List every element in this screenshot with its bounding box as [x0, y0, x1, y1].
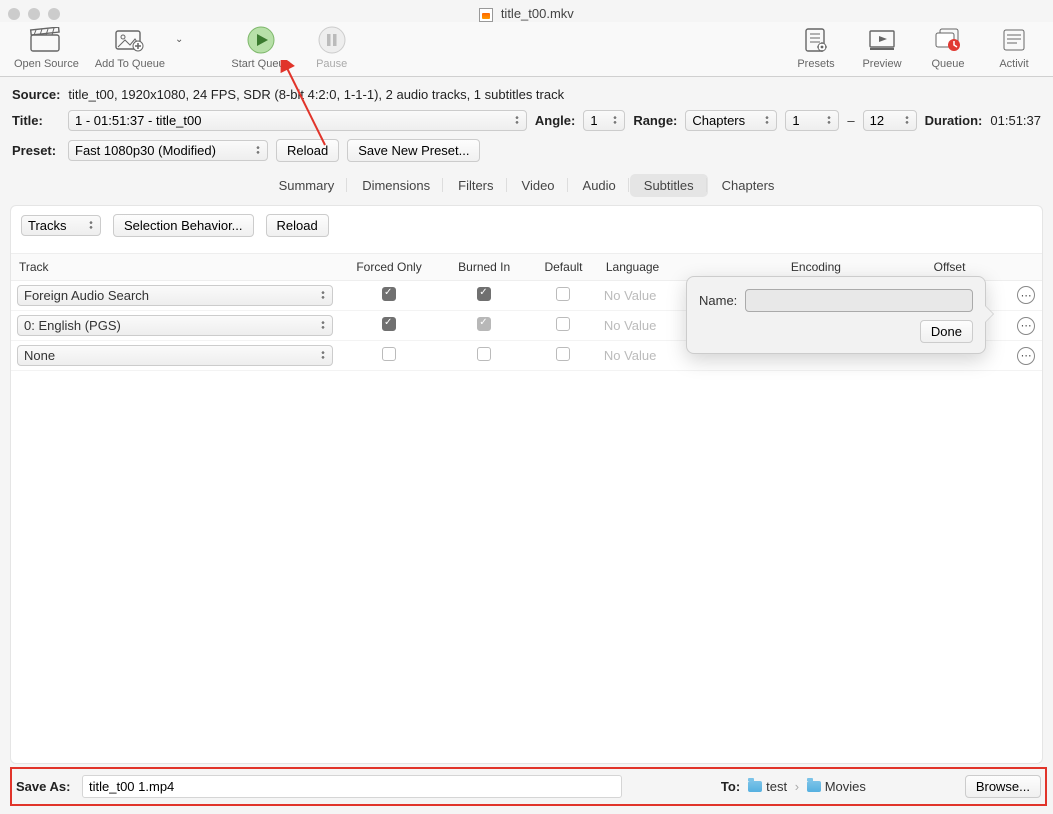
preview-label: Preview: [862, 58, 901, 70]
col-track: Track: [11, 254, 339, 281]
browse-button[interactable]: Browse...: [965, 775, 1041, 798]
preset-select[interactable]: Fast 1080p30 (Modified): [68, 140, 268, 161]
forced-checkbox[interactable]: [382, 287, 396, 301]
row-options-icon[interactable]: ⋯: [1017, 286, 1035, 304]
folder-icon: [748, 781, 762, 792]
window-controls: [8, 8, 60, 20]
pause-icon: [315, 26, 349, 54]
row-options-icon[interactable]: ⋯: [1017, 347, 1035, 365]
popover-name-label: Name:: [699, 293, 737, 308]
queue-button[interactable]: Queue: [923, 26, 973, 70]
play-icon: [244, 26, 278, 54]
save-filename-input[interactable]: [82, 775, 622, 798]
save-as-label: Save As:: [16, 779, 74, 794]
source-value: title_t00, 1920x1080, 24 FPS, SDR (8-bit…: [68, 87, 564, 102]
clapperboard-icon: [29, 26, 63, 54]
default-checkbox[interactable]: [556, 287, 570, 301]
tab-audio[interactable]: Audio: [569, 174, 630, 197]
presets-icon: [799, 26, 833, 54]
preset-reload-button[interactable]: Reload: [276, 139, 339, 162]
file-icon: [479, 8, 493, 22]
name-popover: Name: Done: [686, 276, 986, 354]
close-icon[interactable]: [8, 8, 20, 20]
queue-icon: [931, 26, 965, 54]
start-queue-label: Start Queue: [231, 58, 290, 70]
preview-icon: [865, 26, 899, 54]
angle-label: Angle:: [535, 113, 575, 128]
minimize-icon[interactable]: [28, 8, 40, 20]
burned-checkbox[interactable]: [477, 287, 491, 301]
tab-chapters[interactable]: Chapters: [708, 174, 789, 197]
source-label: Source:: [12, 87, 60, 102]
activity-label: Activit: [999, 58, 1028, 70]
zoom-icon[interactable]: [48, 8, 60, 20]
queue-label: Queue: [931, 58, 964, 70]
tab-dimensions[interactable]: Dimensions: [348, 174, 444, 197]
range-label: Range:: [633, 113, 677, 128]
forced-checkbox[interactable]: [382, 317, 396, 331]
col-default: Default: [529, 254, 598, 281]
default-checkbox[interactable]: [556, 317, 570, 331]
track-select[interactable]: 0: English (PGS): [17, 315, 333, 336]
range-from-select[interactable]: 1: [785, 110, 839, 131]
popover-done-button[interactable]: Done: [920, 320, 973, 343]
language-value: No Value: [604, 318, 657, 333]
path-separator: ›: [795, 779, 799, 794]
track-select[interactable]: None: [17, 345, 333, 366]
preview-button[interactable]: Preview: [857, 26, 907, 70]
preset-label: Preset:: [12, 143, 60, 158]
range-separator: –: [847, 113, 854, 128]
language-value: No Value: [604, 348, 657, 363]
col-forced: Forced Only: [339, 254, 439, 281]
tab-summary[interactable]: Summary: [265, 174, 349, 197]
settings-tabs: Summary Dimensions Filters Video Audio S…: [0, 174, 1053, 197]
window-title-text: title_t00.mkv: [501, 6, 574, 21]
burned-checkbox[interactable]: [477, 317, 491, 331]
tab-subtitles[interactable]: Subtitles: [630, 174, 708, 197]
dropdown-chevron-icon[interactable]: ⌄: [175, 34, 183, 61]
tab-video[interactable]: Video: [508, 174, 569, 197]
folder1: test: [766, 779, 787, 794]
presets-button[interactable]: Presets: [791, 26, 841, 70]
default-checkbox[interactable]: [556, 347, 570, 361]
picture-add-icon: [113, 26, 147, 54]
range-to-select[interactable]: 12: [863, 110, 917, 131]
activity-icon: [997, 26, 1031, 54]
forced-checkbox[interactable]: [382, 347, 396, 361]
add-to-queue-label: Add To Queue: [95, 58, 165, 70]
language-value: No Value: [604, 288, 657, 303]
track-select[interactable]: Foreign Audio Search: [17, 285, 333, 306]
col-burned: Burned In: [439, 254, 529, 281]
pause-button: Pause: [307, 26, 357, 70]
to-label: To:: [721, 779, 740, 794]
path-folders[interactable]: test › Movies: [748, 779, 866, 794]
open-source-label: Open Source: [14, 58, 79, 70]
add-to-queue-button[interactable]: Add To Queue: [95, 26, 165, 70]
duration-value: 01:51:37: [990, 113, 1041, 128]
title-select[interactable]: 1 - 01:51:37 - title_t00: [68, 110, 527, 131]
save-new-preset-button[interactable]: Save New Preset...: [347, 139, 480, 162]
window-title: title_t00.mkv: [0, 0, 1053, 22]
angle-select[interactable]: 1: [583, 110, 625, 131]
row-options-icon[interactable]: ⋯: [1017, 317, 1035, 335]
tab-filters[interactable]: Filters: [444, 174, 507, 197]
tracks-menu[interactable]: Tracks: [21, 215, 101, 236]
popover-name-input[interactable]: [745, 289, 973, 312]
folder2: Movies: [825, 779, 866, 794]
main-toolbar: Open Source Add To Queue ⌄ Start Queue P…: [0, 22, 1053, 77]
selection-behavior-button[interactable]: Selection Behavior...: [113, 214, 254, 237]
range-type-select[interactable]: Chapters: [685, 110, 777, 131]
title-label: Title:: [12, 113, 60, 128]
start-queue-button[interactable]: Start Queue: [231, 26, 290, 70]
activity-button[interactable]: Activit: [989, 26, 1039, 70]
presets-label: Presets: [797, 58, 834, 70]
duration-label: Duration:: [925, 113, 983, 128]
pause-label: Pause: [316, 58, 347, 70]
tracks-reload-button[interactable]: Reload: [266, 214, 329, 237]
save-bar: Save As: To: test › Movies Browse...: [10, 767, 1047, 806]
folder-icon: [807, 781, 821, 792]
open-source-button[interactable]: Open Source: [14, 26, 79, 70]
burned-checkbox[interactable]: [477, 347, 491, 361]
